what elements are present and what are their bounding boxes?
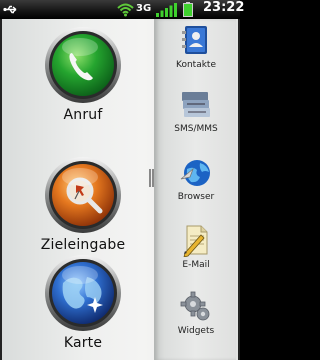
wifi-icon <box>117 3 134 17</box>
clock: 23:22 <box>203 0 245 15</box>
signal-icon <box>156 3 177 17</box>
app-dock: Kontakte SMS/MMS Browser E-Mail Widgets <box>149 19 237 360</box>
map-globe-icon <box>45 255 121 331</box>
dock-item-email[interactable]: E-Mail <box>155 223 237 270</box>
gear-icon <box>180 291 210 321</box>
dock-label: SMS/MMS <box>174 124 218 134</box>
status-bar: 3G 23:22 <box>0 0 244 19</box>
dock-item-widgets[interactable]: Widgets <box>155 289 237 336</box>
dock-item-kontakte[interactable]: Kontakte <box>155 23 237 70</box>
battery-icon <box>183 2 193 17</box>
dock-item-sms-mms[interactable]: SMS/MMS <box>155 87 237 134</box>
network-type: 3G <box>136 3 152 14</box>
messages-icon <box>182 92 210 117</box>
app-label: Zieleingabe <box>40 237 126 253</box>
dock-label: E-Mail <box>182 260 210 270</box>
app-label: Anruf <box>63 107 103 123</box>
app-karte[interactable]: Karte <box>40 253 126 351</box>
launcher-home: Anruf Zieleingabe Karte Kontakte SMS/MMS… <box>0 19 240 360</box>
pin-search-icon <box>45 157 121 233</box>
dock-label: Browser <box>177 192 215 202</box>
phone-icon <box>45 27 121 103</box>
dock-label: Widgets <box>177 326 215 336</box>
app-zieleingabe[interactable]: Zieleingabe <box>30 155 136 253</box>
dock-item-browser[interactable]: Browser <box>155 155 237 202</box>
app-label: Karte <box>63 335 103 351</box>
contacts-book-icon <box>182 26 207 54</box>
email-letter-icon <box>183 225 208 257</box>
globe-browser-icon <box>180 160 210 186</box>
dock-label: Kontakte <box>176 60 216 70</box>
dock-handle[interactable] <box>149 169 154 187</box>
usb-icon <box>3 5 17 14</box>
app-anruf[interactable]: Anruf <box>40 25 126 123</box>
